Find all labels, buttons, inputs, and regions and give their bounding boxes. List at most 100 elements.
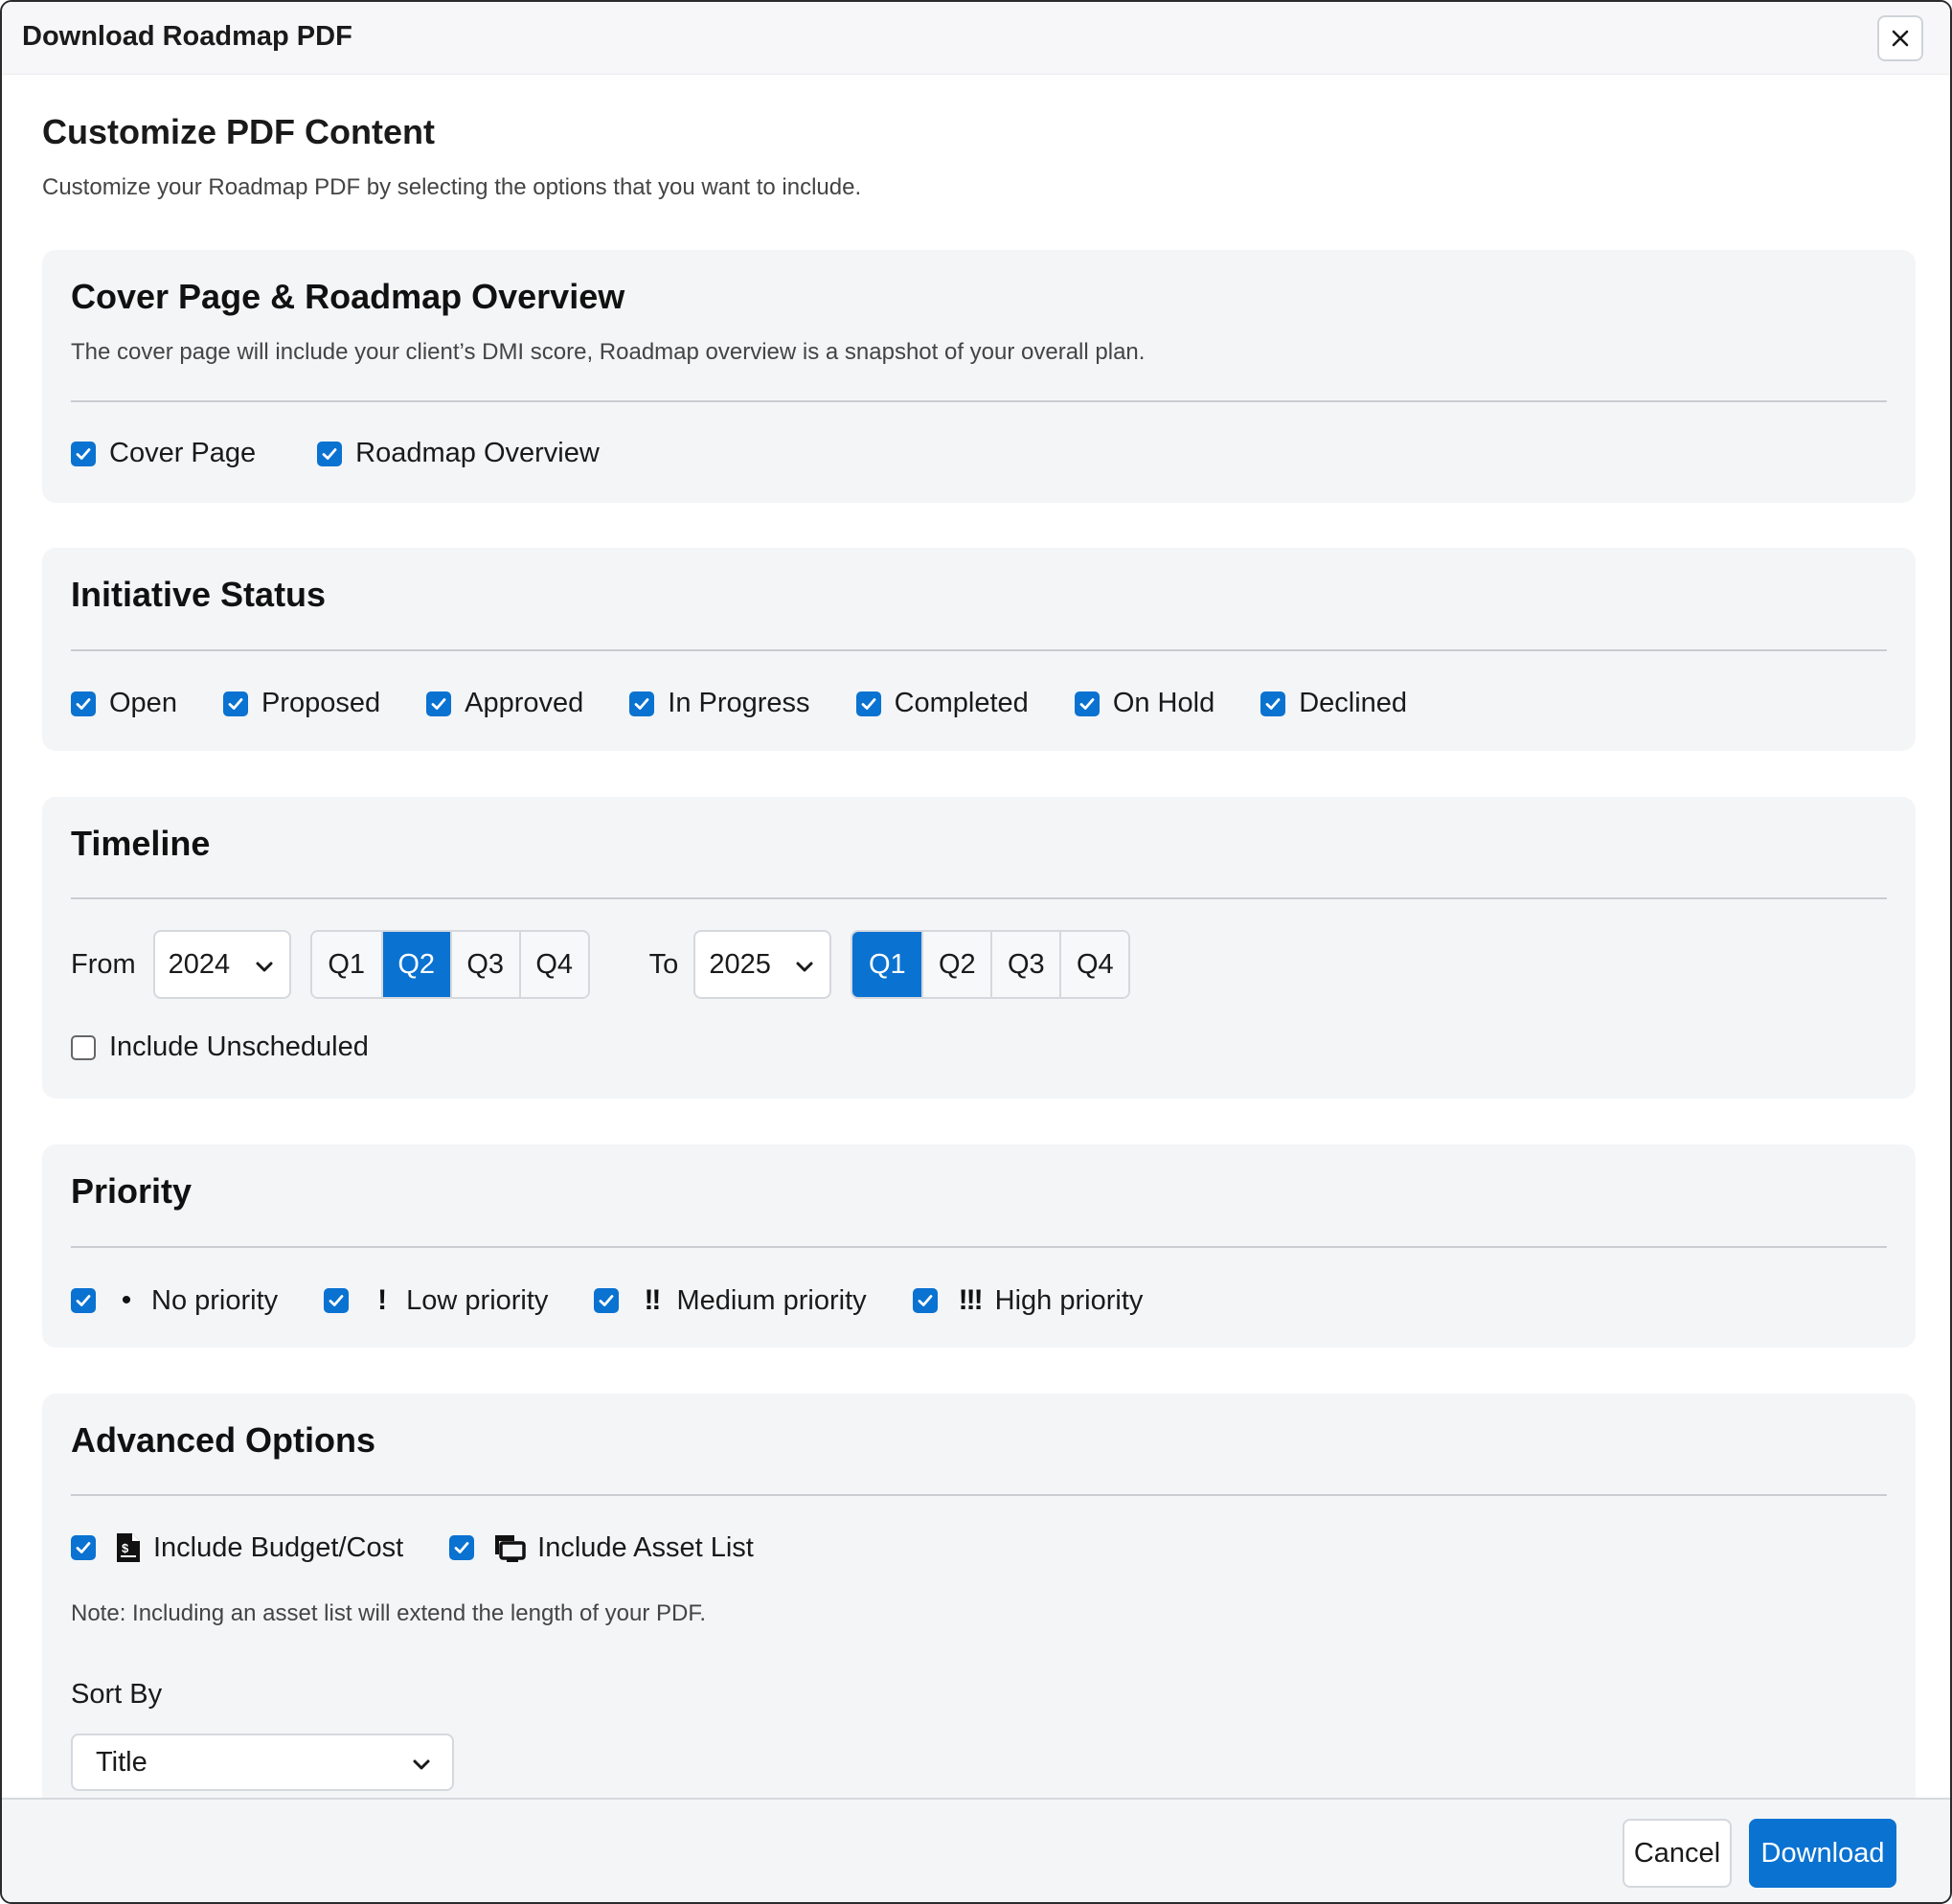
include-unscheduled-checkbox[interactable] bbox=[71, 1034, 96, 1060]
dot-icon: • bbox=[121, 1284, 132, 1316]
checkmark-icon bbox=[454, 1542, 469, 1553]
include-budget-checkbox[interactable] bbox=[71, 1535, 96, 1560]
from-quarter-selector: Q1 Q2 Q3 Q4 bbox=[309, 930, 590, 999]
high-priority-checkbox[interactable] bbox=[912, 1288, 938, 1313]
cover-page-checkbox[interactable] bbox=[71, 441, 96, 466]
status-proposed-checkbox[interactable] bbox=[222, 691, 248, 716]
checkmark-icon bbox=[228, 697, 243, 710]
checkmark-icon bbox=[600, 1295, 614, 1306]
chevron-down-icon bbox=[256, 962, 273, 972]
to-q1-button[interactable]: Q1 bbox=[852, 932, 922, 997]
divider bbox=[71, 400, 1887, 402]
to-q3-button[interactable]: Q3 bbox=[990, 932, 1060, 997]
high-priority-option[interactable]: !!! High priority bbox=[912, 1284, 1144, 1317]
priority-options-row: • No priority ! Low priority !! Medium p… bbox=[71, 1284, 1189, 1317]
exclamation-icon: ! bbox=[377, 1284, 387, 1316]
sort-by-select[interactable]: Title bbox=[71, 1734, 454, 1791]
status-approved-option[interactable]: Approved bbox=[426, 688, 583, 719]
close-button[interactable] bbox=[1877, 15, 1923, 61]
low-priority-label: Low priority bbox=[406, 1284, 549, 1316]
include-unscheduled-option[interactable]: Include Unscheduled bbox=[71, 1031, 369, 1063]
status-in-progress-label: In Progress bbox=[668, 688, 810, 718]
to-q2-button[interactable]: Q2 bbox=[921, 932, 991, 997]
status-declined-label: Declined bbox=[1299, 688, 1408, 718]
priority-card: Priority • No priority ! Low priority !!… bbox=[42, 1145, 1916, 1348]
status-on-hold-option[interactable]: On Hold bbox=[1074, 688, 1215, 719]
to-quarter-selector: Q1 Q2 Q3 Q4 bbox=[851, 930, 1131, 999]
cover-page-label: Cover Page bbox=[109, 438, 257, 468]
roadmap-overview-option[interactable]: Roadmap Overview bbox=[317, 438, 600, 469]
checkmark-icon bbox=[1079, 697, 1095, 710]
checkmark-icon bbox=[634, 697, 649, 710]
from-year-value: 2024 bbox=[168, 948, 231, 980]
from-q2-button[interactable]: Q2 bbox=[380, 932, 450, 997]
to-year-select[interactable]: 2025 bbox=[693, 930, 832, 999]
divider bbox=[71, 897, 1887, 899]
status-completed-checkbox[interactable] bbox=[855, 691, 881, 716]
status-open-label: Open bbox=[109, 688, 177, 718]
checkmark-icon bbox=[1265, 697, 1281, 710]
divider bbox=[71, 1494, 1887, 1496]
from-year-select[interactable]: 2024 bbox=[152, 930, 291, 999]
no-priority-option[interactable]: • No priority bbox=[71, 1284, 278, 1317]
timeline-range-row: From 2024 Q1 Q2 Q3 Q4 To 2025 Q1 Q2 Q3 Q… bbox=[71, 930, 1131, 999]
status-declined-checkbox[interactable] bbox=[1260, 691, 1286, 716]
advanced-options-card: Advanced Options $ Include Budget/Cost I… bbox=[42, 1394, 1916, 1815]
cover-card-description: The cover page will include your client’… bbox=[71, 339, 1146, 365]
low-priority-option[interactable]: ! Low priority bbox=[324, 1284, 548, 1317]
divider bbox=[71, 649, 1887, 651]
status-approved-label: Approved bbox=[465, 688, 584, 718]
include-budget-option[interactable]: $ Include Budget/Cost bbox=[71, 1531, 403, 1564]
cover-card-title: Cover Page & Roadmap Overview bbox=[71, 277, 625, 316]
double-exclamation-icon: !! bbox=[644, 1284, 661, 1316]
timeline-card-title: Timeline bbox=[71, 824, 211, 863]
status-approved-checkbox[interactable] bbox=[426, 691, 452, 716]
status-on-hold-label: On Hold bbox=[1112, 688, 1215, 718]
from-q4-button[interactable]: Q4 bbox=[518, 932, 588, 997]
roadmap-overview-checkbox[interactable] bbox=[317, 441, 343, 466]
status-in-progress-checkbox[interactable] bbox=[629, 691, 655, 716]
medium-priority-option[interactable]: !! Medium priority bbox=[594, 1284, 867, 1317]
checkmark-icon bbox=[322, 447, 337, 460]
content-title: Customize PDF Content bbox=[42, 112, 435, 151]
initiative-status-card: Initiative Status Open Proposed Approved… bbox=[42, 548, 1916, 751]
include-asset-list-option[interactable]: Include Asset List bbox=[449, 1531, 754, 1564]
from-q3-button[interactable]: Q3 bbox=[449, 932, 519, 997]
modal-footer: Cancel Download bbox=[2, 1798, 1950, 1902]
medium-priority-checkbox[interactable] bbox=[594, 1288, 620, 1313]
invoice-dollar-icon: $ bbox=[115, 1531, 142, 1564]
asset-list-note: Note: Including an asset list will exten… bbox=[71, 1600, 707, 1626]
no-priority-label: No priority bbox=[151, 1284, 279, 1316]
status-declined-option[interactable]: Declined bbox=[1260, 688, 1407, 719]
status-in-progress-option[interactable]: In Progress bbox=[629, 688, 810, 719]
high-priority-label: High priority bbox=[994, 1284, 1144, 1316]
chevron-down-icon bbox=[413, 1759, 430, 1770]
cover-page-option[interactable]: Cover Page bbox=[71, 438, 256, 469]
status-completed-option[interactable]: Completed bbox=[855, 688, 1029, 719]
checkmark-icon bbox=[76, 1542, 91, 1553]
include-asset-list-checkbox[interactable] bbox=[449, 1535, 475, 1560]
low-priority-checkbox[interactable] bbox=[324, 1288, 350, 1313]
status-open-option[interactable]: Open bbox=[71, 688, 177, 719]
cancel-button[interactable]: Cancel bbox=[1623, 1819, 1732, 1888]
svg-text:$: $ bbox=[122, 1541, 129, 1555]
divider bbox=[71, 1246, 1887, 1248]
from-label: From bbox=[71, 948, 136, 980]
status-open-checkbox[interactable] bbox=[71, 691, 96, 716]
to-q4-button[interactable]: Q4 bbox=[1059, 932, 1129, 997]
include-unscheduled-label: Include Unscheduled bbox=[109, 1031, 369, 1062]
triple-exclamation-icon: !!! bbox=[958, 1284, 984, 1316]
status-on-hold-checkbox[interactable] bbox=[1074, 691, 1100, 716]
download-button[interactable]: Download bbox=[1749, 1819, 1896, 1888]
timeline-card: Timeline From 2024 Q1 Q2 Q3 Q4 To 2025 Q… bbox=[42, 797, 1916, 1099]
status-proposed-option[interactable]: Proposed bbox=[222, 688, 380, 719]
to-label: To bbox=[648, 948, 679, 980]
no-priority-checkbox[interactable] bbox=[71, 1288, 96, 1313]
checkmark-icon bbox=[861, 697, 875, 710]
checkmark-icon bbox=[431, 697, 446, 710]
computer-asset-icon bbox=[493, 1531, 526, 1564]
to-year-value: 2025 bbox=[709, 948, 771, 980]
include-budget-label: Include Budget/Cost bbox=[153, 1531, 404, 1563]
checkmark-icon bbox=[329, 1295, 344, 1306]
from-q1-button[interactable]: Q1 bbox=[311, 932, 381, 997]
